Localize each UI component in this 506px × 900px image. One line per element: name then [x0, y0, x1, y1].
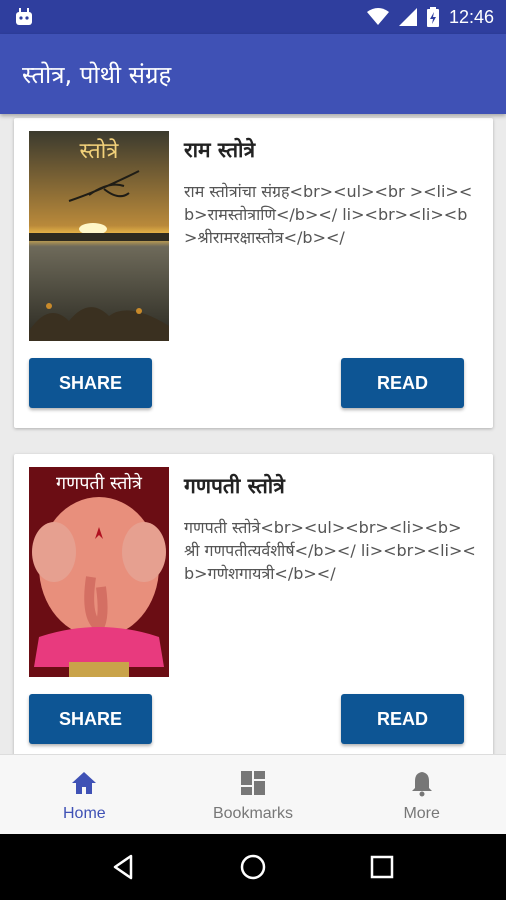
back-icon[interactable]	[109, 852, 139, 882]
nav-more[interactable]: More	[337, 755, 506, 834]
read-button[interactable]: READ	[341, 694, 464, 744]
cell-signal-icon	[398, 8, 417, 26]
share-button[interactable]: SHARE	[29, 694, 152, 744]
thumbnail-text: स्तोत्रे	[79, 139, 119, 164]
wifi-icon	[366, 8, 389, 25]
app-title: स्तोत्र, पोथी संग्रह	[22, 61, 172, 89]
system-navigation-bar	[0, 834, 506, 900]
nav-label: Home	[62, 805, 106, 822]
nav-label: Bookmarks	[212, 805, 294, 822]
ganesha-image	[29, 467, 169, 677]
card-thumbnail[interactable]: स्तोत्रे	[29, 131, 169, 341]
card-description: राम स्तोत्रांचा संग्रह<br><ul><br ><li><…	[184, 182, 473, 247]
nav-home[interactable]: Home	[0, 755, 169, 834]
card-description: गणपती स्तोत्रे<br><ul><br><li><b>श्री गण…	[184, 518, 476, 583]
app-bar: स्तोत्र, पोथी संग्रह	[0, 34, 506, 114]
card-title: राम स्तोत्रे	[184, 138, 256, 162]
status-bar: 12:46	[0, 0, 506, 34]
status-clock: 12:46	[448, 6, 494, 27]
stotra-card[interactable]: स्तोत्रे राम स्तोत्रे राम स्तोत्रांचा सं…	[14, 118, 493, 428]
thumbnail-text: गणपती स्तोत्रे	[56, 473, 142, 494]
bottom-navigation: Home Bookmarks More	[0, 754, 506, 834]
home-circle-icon[interactable]	[238, 852, 268, 882]
bell-icon	[411, 772, 432, 797]
card-list[interactable]: स्तोत्रे राम स्तोत्रे राम स्तोत्रांचा सं…	[0, 114, 506, 754]
battery-icon	[426, 7, 439, 27]
share-button[interactable]: SHARE	[29, 358, 152, 408]
recents-icon[interactable]	[367, 852, 397, 882]
read-button[interactable]: READ	[341, 358, 464, 408]
home-icon	[72, 772, 97, 794]
android-notification-icon	[16, 8, 32, 25]
nav-label: More	[403, 805, 440, 822]
stotra-card[interactable]: गणपती स्तोत्रे गणपती स्तोत्रे गणपती स्तो…	[14, 454, 493, 754]
dashboard-icon	[241, 771, 265, 795]
card-title: गणपती स्तोत्रे	[184, 474, 285, 498]
nav-bookmarks[interactable]: Bookmarks	[169, 755, 338, 834]
card-thumbnail[interactable]: गणपती स्तोत्रे	[29, 467, 169, 677]
